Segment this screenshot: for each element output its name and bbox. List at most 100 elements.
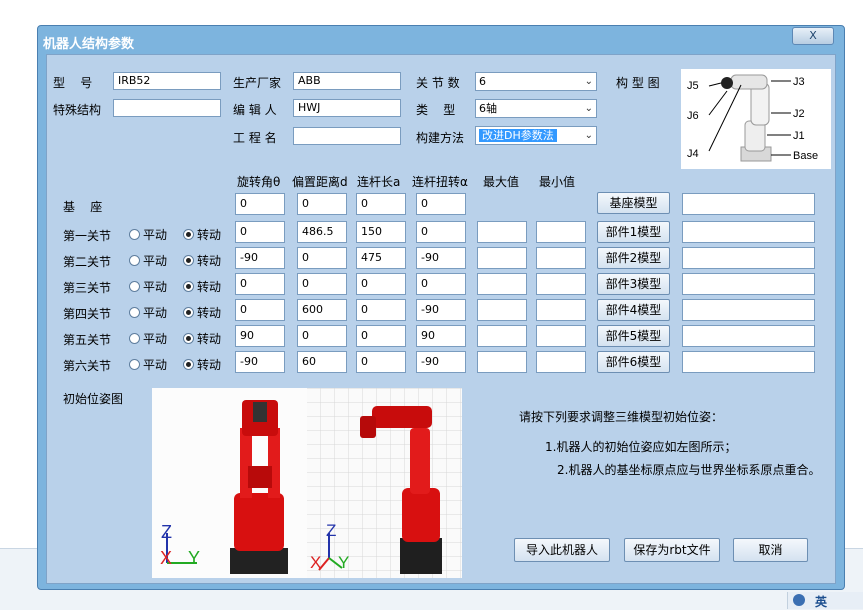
part-model-button[interactable]: 部件3模型 [597,273,670,295]
length-input[interactable]: 150 [356,221,406,243]
base-twist-input[interactable]: 0 [416,193,466,215]
offset-input[interactable]: 60 [297,351,347,373]
offset-input[interactable]: 0 [297,273,347,295]
theta-input[interactable]: -90 [235,351,285,373]
joint-count-select[interactable]: 6 ⌄ [475,72,597,91]
twist-input[interactable]: -90 [416,299,466,321]
revolute-radio[interactable]: 转动 [183,330,221,347]
twist-input[interactable]: 0 [416,221,466,243]
header-length: 连杆长a [357,175,401,189]
offset-input[interactable]: 600 [297,299,347,321]
length-input[interactable]: 475 [356,247,406,269]
part-model-path[interactable] [682,351,815,373]
cancel-button[interactable]: 取消 [733,538,808,562]
revolute-radio[interactable]: 转动 [183,252,221,269]
method-select[interactable]: 改进DH参数法 ⌄ [475,126,597,145]
offset-input[interactable]: 0 [297,247,347,269]
radio-checked-icon [183,281,194,292]
radio-checked-icon [183,229,194,240]
max-input[interactable] [477,273,527,295]
part-model-button[interactable]: 部件1模型 [597,221,670,243]
save-rbt-button[interactable]: 保存为rbt文件 [624,538,720,562]
prismatic-label: 平动 [143,306,168,320]
part-model-button[interactable]: 部件2模型 [597,247,670,269]
revolute-radio[interactable]: 转动 [183,278,221,295]
base-offset-input[interactable]: 0 [297,193,347,215]
z-axis-label: Z [326,521,336,540]
title-bar[interactable]: 机器人结构参数 X [38,26,844,54]
header-twist: 连杆扭转α [412,175,468,189]
part-model-button[interactable]: 部件6模型 [597,351,670,373]
part-model-path[interactable] [682,325,815,347]
part-model-button[interactable]: 部件5模型 [597,325,670,347]
revolute-radio[interactable]: 转动 [183,226,221,243]
twist-input[interactable]: -90 [416,247,466,269]
part-model-button[interactable]: 部件4模型 [597,299,670,321]
chevron-down-icon: ⌄ [584,130,593,141]
theta-input[interactable]: 90 [235,325,285,347]
theta-input[interactable]: 0 [235,299,285,321]
base-length-input[interactable]: 0 [356,193,406,215]
ime-indicator[interactable]: 英 [787,592,863,609]
min-input[interactable] [536,325,586,347]
robot-parameters-dialog: 机器人结构参数 X 型 号 IRB52 生产厂家 ABB 关 节 数 6 ⌄ 构… [37,25,845,590]
header-max: 最大值 [483,175,520,189]
special-structure-input[interactable] [113,99,221,117]
max-input[interactable] [477,221,527,243]
revolute-radio[interactable]: 转动 [183,304,221,321]
max-input[interactable] [477,247,527,269]
length-input[interactable]: 0 [356,325,406,347]
theta-input[interactable]: 0 [235,273,285,295]
revolute-radio[interactable]: 转动 [183,356,221,373]
method-value: 改进DH参数法 [479,129,557,142]
part-model-path[interactable] [682,299,815,321]
x-axis-label: X [160,548,172,568]
j6-label: J6 [687,110,699,122]
part-model-path[interactable] [682,273,815,295]
base-theta-input[interactable]: 0 [235,193,285,215]
project-input[interactable] [293,127,401,145]
min-input[interactable] [536,221,586,243]
model-input[interactable]: IRB52 [113,72,221,90]
theta-input[interactable]: -90 [235,247,285,269]
length-input[interactable]: 0 [356,273,406,295]
part-model-path[interactable] [682,247,815,269]
twist-input[interactable]: 90 [416,325,466,347]
prismatic-radio[interactable]: 平动 [129,278,167,295]
radio-unchecked-icon [129,229,140,240]
joint-row-label: 第三关节 [63,281,112,295]
prismatic-radio[interactable]: 平动 [129,252,167,269]
min-input[interactable] [536,273,586,295]
base-model-path[interactable] [682,193,815,215]
length-input[interactable]: 0 [356,299,406,321]
robot-configuration-image: J5 J6 J4 J3 J2 J1 Base [687,74,818,162]
min-input[interactable] [536,351,586,373]
max-input[interactable] [477,299,527,321]
min-input[interactable] [536,299,586,321]
j1-label: J1 [793,130,805,142]
twist-input[interactable]: -90 [416,351,466,373]
offset-input[interactable]: 486.5 [297,221,347,243]
max-input[interactable] [477,351,527,373]
prismatic-radio[interactable]: 平动 [129,356,167,373]
prismatic-radio[interactable]: 平动 [129,330,167,347]
theta-input[interactable]: 0 [235,221,285,243]
manufacturer-input[interactable]: ABB [293,72,401,90]
offset-input[interactable]: 0 [297,325,347,347]
type-select[interactable]: 6轴 ⌄ [475,99,597,118]
max-input[interactable] [477,325,527,347]
prismatic-radio[interactable]: 平动 [129,304,167,321]
revolute-label: 转动 [197,228,222,242]
dialog-title: 机器人结构参数 [43,37,135,52]
part-model-path[interactable] [682,221,815,243]
close-button[interactable]: X [792,27,834,45]
length-input[interactable]: 0 [356,351,406,373]
editor-input[interactable]: HWJ [293,99,401,117]
x-axis-label: X [310,553,321,572]
min-input[interactable] [536,247,586,269]
base-model-button[interactable]: 基座模型 [597,192,670,214]
prismatic-radio[interactable]: 平动 [129,226,167,243]
import-robot-button[interactable]: 导入此机器人 [514,538,610,562]
twist-input[interactable]: 0 [416,273,466,295]
radio-unchecked-icon [129,307,140,318]
